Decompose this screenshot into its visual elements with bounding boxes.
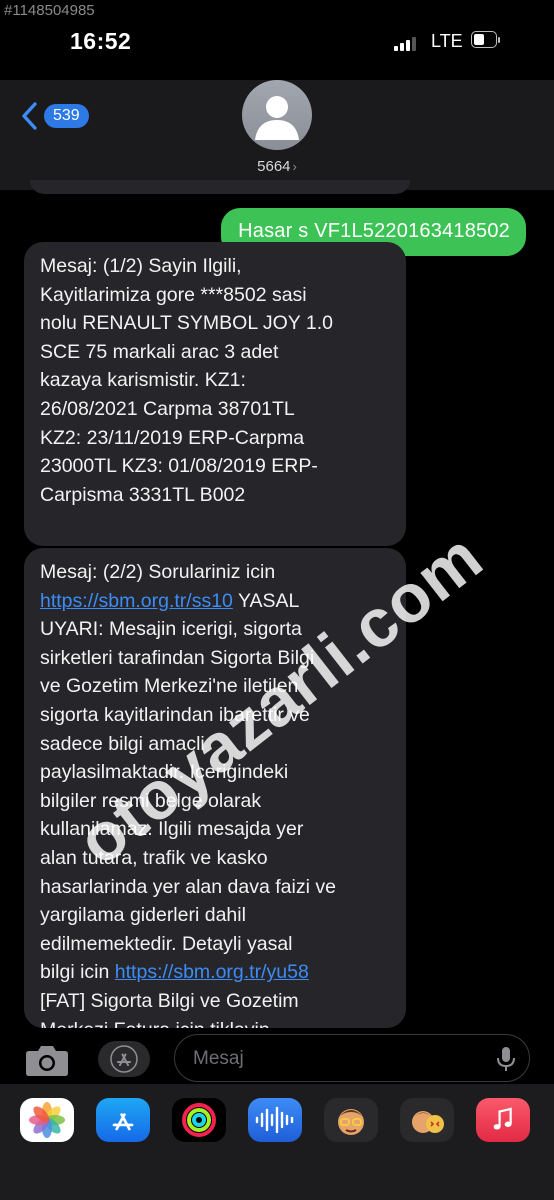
network-type: LTE <box>431 31 463 51</box>
input-bar <box>0 1028 554 1092</box>
activity-rings-icon <box>182 1103 216 1137</box>
received-message-bubble-2[interactable]: Mesaj: (2/2) Sorulariniz icin https://sb… <box>24 548 406 1028</box>
music-note-icon <box>493 1107 512 1130</box>
memoji-icon <box>338 1109 364 1135</box>
photos-icon <box>29 1102 65 1138</box>
apps-button[interactable] <box>98 1041 150 1077</box>
contact-name: 5664 <box>257 158 291 175</box>
chevron-left-icon <box>22 102 37 130</box>
conversation-header: 539 5664 › <box>0 80 554 190</box>
received-message-bubble[interactable]: Mesaj: (1/2) Sayin Ilgili, Kayitlarimiza… <box>24 242 406 546</box>
photos-app-icon[interactable] <box>20 1098 74 1142</box>
camera-icon <box>26 1046 68 1076</box>
message-text: Mesaj: (1/2) Sayin Ilgili, Kayitlarimiza… <box>40 255 333 506</box>
status-time: 16:52 <box>70 28 132 54</box>
sbm-link-2[interactable]: https://sbm.org.tr/yu58 <box>115 961 309 983</box>
unread-count-badge: 539 <box>44 104 89 128</box>
microphone-icon[interactable] <box>495 1045 517 1073</box>
back-button[interactable]: 539 <box>20 101 89 131</box>
status-bar: 16:52 LTE <box>0 0 554 80</box>
message-intro: Mesaj: (2/2) Sorulariniz icin <box>40 561 276 583</box>
app-store-icon <box>110 1045 138 1073</box>
cellular-signal-icon <box>394 36 422 51</box>
message-input[interactable] <box>191 1045 485 1073</box>
audio-messages-app-icon[interactable] <box>248 1098 302 1142</box>
waveform-icon <box>255 1106 294 1134</box>
memoji-sticker-icon <box>412 1111 444 1133</box>
legal-warning-text: YASAL UYARI: Mesajin icerigi, sigorta si… <box>40 589 336 984</box>
message-input-field[interactable] <box>174 1034 530 1082</box>
person-icon <box>255 96 299 140</box>
app-drawer <box>0 1084 554 1200</box>
activity-app-icon[interactable] <box>172 1098 226 1142</box>
battery-icon <box>471 31 501 50</box>
camera-button[interactable] <box>24 1042 70 1078</box>
chevron-right-icon: › <box>292 159 297 174</box>
app-store-app-icon[interactable] <box>96 1098 150 1142</box>
previous-message-bubble <box>30 180 410 194</box>
app-store-logo-icon <box>112 1113 134 1131</box>
memoji-app-icon[interactable] <box>324 1098 378 1142</box>
music-app-icon[interactable] <box>476 1098 530 1142</box>
contact-name-button[interactable]: 5664 › <box>0 158 554 175</box>
invoice-text: [FAT] Sigorta Bilgi ve Gozetim Merkezi F… <box>40 989 299 1028</box>
contact-avatar[interactable] <box>242 80 312 150</box>
sbm-link-1[interactable]: https://sbm.org.tr/ss10 <box>40 590 233 612</box>
message-text-2: Mesaj: (2/2) Sorulariniz icin https://sb… <box>40 558 392 1028</box>
memoji-stickers-app-icon[interactable] <box>400 1098 454 1142</box>
